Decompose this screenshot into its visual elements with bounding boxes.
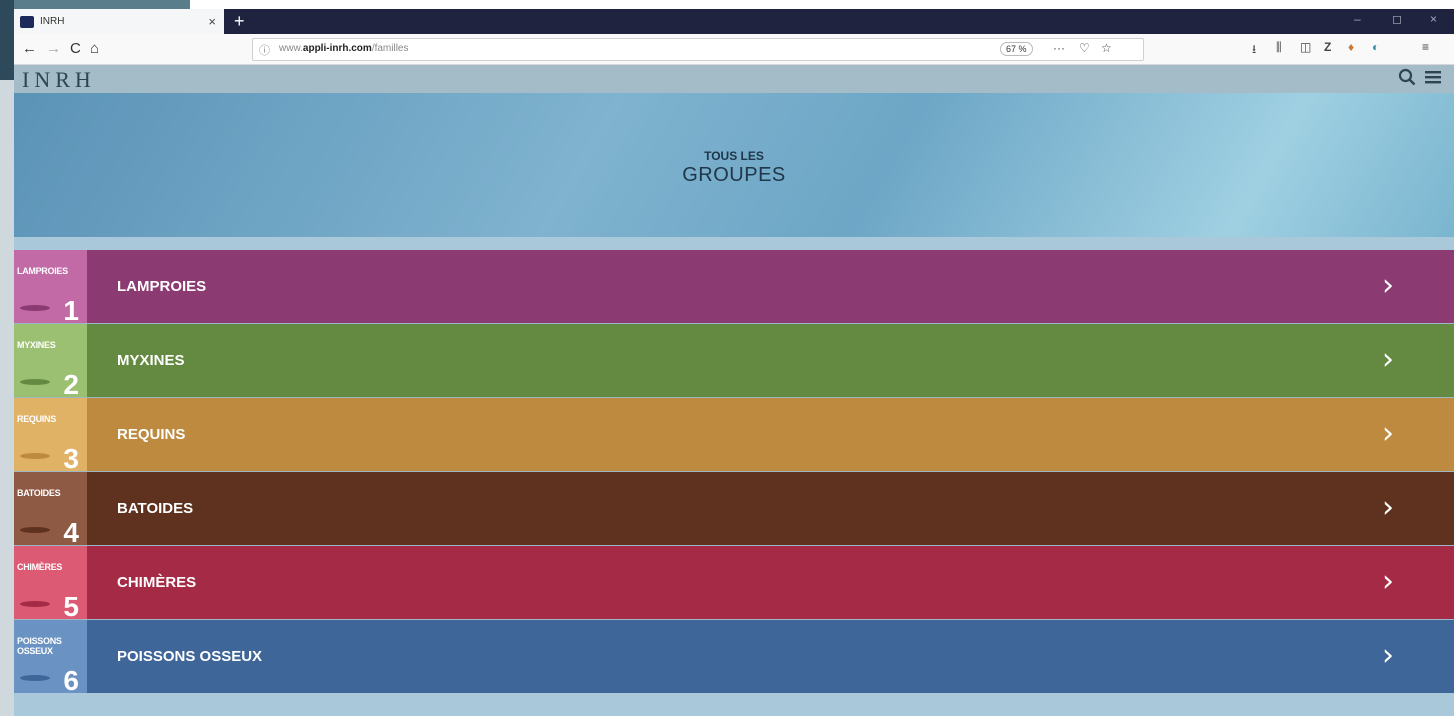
favicon-icon bbox=[20, 15, 34, 28]
group-thumbnail: LAMPROIES 1 bbox=[14, 250, 87, 323]
group-thumbnail-label: BATOIDES bbox=[17, 488, 61, 498]
extension-icon[interactable]: ◐ bbox=[1372, 40, 1379, 54]
left-edge-strip bbox=[0, 0, 14, 716]
group-number: 2 bbox=[63, 369, 79, 397]
group-number: 5 bbox=[63, 591, 79, 619]
chevron-right-icon: › bbox=[1382, 342, 1394, 377]
group-band: REQUINS › bbox=[87, 398, 1454, 471]
group-number: 6 bbox=[63, 665, 79, 693]
reload-button[interactable]: C bbox=[70, 39, 81, 59]
fish-icon bbox=[20, 527, 50, 533]
fish-icon bbox=[20, 379, 50, 385]
url-prefix: www. bbox=[279, 43, 303, 54]
hamburger-menu-icon[interactable]: ≡ bbox=[1422, 40, 1429, 54]
group-label: MYXINES bbox=[117, 352, 185, 369]
chevron-right-icon: › bbox=[1382, 416, 1394, 451]
maximize-button[interactable]: ◻ bbox=[1392, 12, 1402, 26]
group-label: POISSONS OSSEUX bbox=[117, 648, 263, 665]
url-bar[interactable]: ⓘ www.appli-inrh.com/familles 67 % ··· ♡… bbox=[252, 38, 1144, 61]
site-info-icon[interactable]: ⓘ bbox=[259, 42, 270, 58]
tab-close-icon[interactable]: × bbox=[208, 14, 216, 29]
sidebar-icon[interactable]: ◫ bbox=[1300, 40, 1311, 54]
hero-subtitle: TOUS LES bbox=[704, 149, 764, 163]
back-button[interactable]: ← bbox=[22, 39, 37, 59]
group-number: 4 bbox=[63, 517, 79, 545]
fish-icon bbox=[20, 675, 50, 681]
group-thumbnail: REQUINS 3 bbox=[14, 398, 87, 471]
group-thumbnail-label: REQUINS bbox=[17, 414, 56, 424]
web-page: INRH TOUS LES GROUPES LAMPROIES 1 LAMPROIE… bbox=[14, 65, 1454, 716]
fish-icon bbox=[20, 453, 50, 459]
group-row[interactable]: CHIMÈRES 5 CHIMÈRES › bbox=[14, 546, 1454, 619]
group-number: 3 bbox=[63, 443, 79, 471]
url-text: www.appli-inrh.com/familles bbox=[279, 43, 409, 54]
group-row[interactable]: REQUINS 3 REQUINS › bbox=[14, 398, 1454, 471]
chevron-right-icon: › bbox=[1382, 268, 1394, 303]
group-label: BATOIDES bbox=[117, 500, 194, 517]
chevron-right-icon: › bbox=[1382, 490, 1394, 525]
pocket-icon[interactable]: ♡ bbox=[1079, 41, 1090, 55]
group-thumbnail-label: MYXINES bbox=[17, 340, 56, 350]
search-icon[interactable] bbox=[1398, 68, 1416, 91]
group-thumbnail-label: POISSONS OSSEUX bbox=[17, 636, 62, 656]
new-tab-button[interactable]: + bbox=[234, 11, 245, 31]
group-thumbnail-label: CHIMÈRES bbox=[17, 562, 63, 572]
chevron-right-icon: › bbox=[1382, 564, 1394, 599]
group-thumbnail: POISSONS OSSEUX 6 bbox=[14, 620, 87, 693]
group-row[interactable]: LAMPROIES 1 LAMPROIES › bbox=[14, 250, 1454, 323]
group-band: LAMPROIES › bbox=[87, 250, 1454, 323]
group-list: LAMPROIES 1 LAMPROIES › MYXINES 2 MYXINES › REQU… bbox=[14, 250, 1454, 693]
group-row[interactable]: BATOIDES 4 BATOIDES › bbox=[14, 472, 1454, 545]
extension-badge-icon[interactable]: ♦ bbox=[1348, 40, 1354, 54]
fish-icon bbox=[20, 305, 50, 311]
fish-icon bbox=[20, 601, 50, 607]
group-band: CHIMÈRES › bbox=[87, 546, 1454, 619]
browser-window: INRH × + – ◻ × ← → C ⌂ ⓘ www.appli-inrh.… bbox=[14, 9, 1454, 716]
group-label: LAMPROIES bbox=[117, 278, 207, 295]
downloads-icon[interactable]: ⭳ bbox=[1252, 40, 1256, 61]
home-button[interactable]: ⌂ bbox=[90, 39, 99, 59]
group-thumbnail: CHIMÈRES 5 bbox=[14, 546, 87, 619]
site-header: INRH bbox=[14, 65, 1454, 93]
forward-button[interactable]: → bbox=[46, 39, 61, 59]
group-thumbnail-label: LAMPROIES bbox=[17, 266, 68, 276]
zotero-icon[interactable]: Z bbox=[1324, 40, 1331, 54]
navigation-bar: ← → C ⌂ ⓘ www.appli-inrh.com/familles 67… bbox=[14, 34, 1454, 65]
chevron-right-icon: › bbox=[1382, 638, 1394, 673]
left-edge-dark bbox=[0, 0, 14, 80]
hero-title: GROUPES bbox=[682, 164, 786, 186]
group-band: MYXINES › bbox=[87, 324, 1454, 397]
menu-icon[interactable] bbox=[1424, 68, 1442, 91]
url-path: /familles bbox=[371, 43, 409, 54]
group-band: POISSONS OSSEUX › bbox=[87, 620, 1454, 693]
minimize-button[interactable]: – bbox=[1354, 12, 1361, 26]
group-row[interactable]: POISSONS OSSEUX 6 POISSONS OSSEUX › bbox=[14, 620, 1454, 693]
group-band: BATOIDES › bbox=[87, 472, 1454, 545]
group-number: 1 bbox=[63, 295, 79, 323]
close-window-button[interactable]: × bbox=[1430, 12, 1437, 26]
group-thumbnail: BATOIDES 4 bbox=[14, 472, 87, 545]
tab-bar: INRH × + – ◻ × bbox=[14, 9, 1454, 34]
group-label: CHIMÈRES bbox=[117, 574, 197, 591]
bookmark-star-icon[interactable]: ☆ bbox=[1101, 41, 1112, 55]
tab-inrh[interactable]: INRH × bbox=[14, 9, 224, 34]
zoom-indicator[interactable]: 67 % bbox=[1000, 42, 1033, 56]
group-label: REQUINS bbox=[117, 426, 186, 443]
site-logo[interactable]: INRH bbox=[22, 67, 96, 93]
hero-banner: TOUS LES GROUPES bbox=[14, 93, 1454, 237]
group-row[interactable]: MYXINES 2 MYXINES › bbox=[14, 324, 1454, 397]
group-thumbnail: MYXINES 2 bbox=[14, 324, 87, 397]
library-icon[interactable]: ⫼ bbox=[1276, 40, 1282, 55]
tab-title: INRH bbox=[40, 16, 65, 27]
url-domain: appli-inrh.com bbox=[302, 43, 372, 54]
page-actions-icon[interactable]: ··· bbox=[1053, 41, 1065, 55]
